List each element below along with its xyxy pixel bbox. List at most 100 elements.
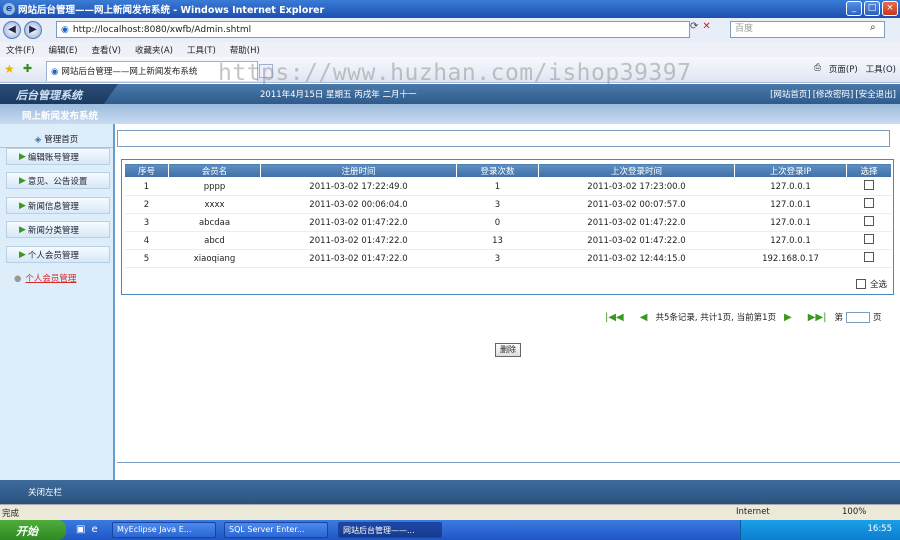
close-icon[interactable]: ×: [882, 1, 898, 16]
cell-last-login-ip: 127.0.0.1: [734, 177, 847, 196]
sidebar: ◈ 管理首页 ▶ 编辑账号管理 ▶ 意见、公告设置 ▶ 新闻信息管理 ▶ 新闻分类管理 ▶…: [0, 124, 115, 480]
last-page-icon[interactable]: ▶▶|: [808, 312, 827, 323]
change-password-link[interactable]: [修改密码]: [813, 88, 854, 100]
menu-help[interactable]: 帮助(H): [230, 44, 260, 56]
sidebar-item-label: 意见、公告设置: [27, 176, 88, 187]
menu-favorites[interactable]: 收藏夹(A): [135, 44, 173, 56]
col-select: 选择: [846, 163, 892, 178]
logout-link[interactable]: [安全退出]: [855, 88, 896, 100]
row-checkbox[interactable]: [864, 234, 874, 244]
row-checkbox[interactable]: [864, 252, 874, 262]
start-button[interactable]: 开始: [0, 520, 66, 540]
back-button[interactable]: ◀: [3, 21, 21, 39]
menu-view[interactable]: 查看(V): [92, 44, 121, 56]
cell-register-time: 2011-03-02 01:47:22.0: [260, 231, 457, 250]
main-content: 序号 会员名 注册时间 登录次数 上次登录时间 上次登录IP 选择 1 pppp…: [117, 124, 900, 480]
table-row: 5 xiaoqiang 2011-03-02 01:47:22.0 3 2011…: [124, 249, 892, 268]
menu-bar: 文件(F) 编辑(E) 查看(V) 收藏夹(A) 工具(T) 帮助(H): [0, 42, 900, 57]
minimize-icon[interactable]: _: [846, 1, 862, 16]
cell-username: xiaoqiang: [168, 249, 261, 268]
new-tab-button[interactable]: [259, 64, 273, 78]
tab-bar: ★ ✚ ◉ 网站后台管理——网上新闻发布系统 ⎙ 页面(P) 工具(O): [0, 57, 900, 83]
taskbar-item-sqlserver[interactable]: SQL Server Enter...: [224, 522, 328, 538]
ie-icon: e: [3, 3, 15, 15]
cell-last-login-ip: 127.0.0.1: [734, 195, 847, 214]
desktop-icon[interactable]: ▣: [76, 524, 85, 535]
cell-index: 5: [124, 249, 169, 268]
next-page-icon[interactable]: ▶: [784, 312, 792, 323]
sidebar-item-news[interactable]: ▶ 新闻信息管理: [6, 197, 110, 214]
member-table-panel: 序号 会员名 注册时间 登录次数 上次登录时间 上次登录IP 选择 1 pppp…: [121, 159, 894, 295]
row-checkbox[interactable]: [864, 198, 874, 208]
stop-icon[interactable]: ✕: [702, 21, 710, 32]
zoom-level[interactable]: 100%: [842, 507, 866, 517]
cell-index: 2: [124, 195, 169, 214]
print-icon[interactable]: ⎙: [814, 63, 821, 75]
sidebar-item-members[interactable]: ▶ 个人会员管理: [6, 246, 110, 263]
window-title-bar: e 网站后台管理——网上新闻发布系统 - Windows Internet Ex…: [0, 0, 900, 18]
address-text: http://localhost:8080/xwfb/Admin.shtml: [72, 24, 252, 35]
taskbar: 开始 ▣ e MyEclipse Java E... SQL Server En…: [0, 520, 900, 540]
first-page-icon[interactable]: |◀◀: [605, 312, 624, 323]
select-all-label: 全选: [869, 280, 887, 290]
page-menu[interactable]: 页面(P): [829, 63, 858, 75]
menu-edit[interactable]: 编辑(E): [49, 44, 78, 56]
table-header-row: 序号 会员名 注册时间 登录次数 上次登录时间 上次登录IP 选择: [124, 163, 892, 178]
col-register-time: 注册时间: [260, 163, 457, 178]
security-zone: Internet: [736, 507, 770, 517]
tools-menu[interactable]: 工具(O): [866, 63, 896, 75]
status-bar: 完成 Internet 100%: [0, 504, 900, 520]
sidebar-item-label: 编辑账号管理: [27, 152, 79, 163]
member-table: 序号 会员名 注册时间 登录次数 上次登录时间 上次登录IP 选择 1 pppp…: [124, 163, 892, 268]
delete-button[interactable]: 删除: [495, 343, 521, 357]
page-number-input[interactable]: [845, 311, 870, 323]
refresh-icon[interactable]: ⟳: [690, 21, 698, 32]
address-input[interactable]: ◉ http://localhost:8080/xwfb/Admin.shtml: [56, 21, 690, 38]
sidebar-item-notices[interactable]: ▶ 意见、公告设置: [6, 172, 110, 189]
search-input[interactable]: 百度: [730, 21, 885, 38]
browser-tab[interactable]: ◉ 网站后台管理——网上新闻发布系统: [46, 61, 258, 81]
folder-icon: ▶: [19, 151, 26, 162]
select-all-checkbox[interactable]: [855, 279, 866, 289]
row-checkbox[interactable]: [864, 216, 874, 226]
sidebar-item-label: 新闻信息管理: [27, 201, 79, 212]
cell-login-count: 13: [456, 231, 539, 250]
add-favorites-icon[interactable]: ✚: [23, 62, 32, 75]
sidebar-item-categories[interactable]: ▶ 新闻分类管理: [6, 221, 110, 238]
sidebar-subitem-members[interactable]: ● 个人会员管理: [14, 272, 76, 284]
sidebar-home[interactable]: ◈ 管理首页: [0, 124, 113, 148]
clock: 16:55: [867, 524, 893, 534]
site-home-link[interactable]: [网站首页]: [770, 88, 811, 100]
bullet-icon: ●: [14, 274, 22, 284]
header-links: [网站首页] [修改密码] [安全退出]: [770, 88, 896, 100]
cell-username: pppp: [168, 177, 261, 196]
maximize-icon[interactable]: □: [864, 1, 880, 16]
taskbar-item-ie[interactable]: 网站后台管理——...: [338, 522, 442, 538]
cell-index: 3: [124, 213, 169, 232]
cell-register-time: 2011-03-02 17:22:49.0: [260, 177, 457, 196]
cell-select: [846, 195, 892, 214]
menu-file[interactable]: 文件(F): [6, 44, 35, 56]
page-icon: ◉: [61, 24, 69, 35]
window-title: 网站后台管理——网上新闻发布系统 - Windows Internet Expl…: [18, 5, 325, 16]
row-checkbox[interactable]: [864, 180, 874, 190]
favorites-star-icon[interactable]: ★: [4, 62, 15, 76]
taskbar-item-myeclipse[interactable]: MyEclipse Java E...: [112, 522, 216, 538]
folder-icon: ▶: [19, 200, 26, 211]
page-label: 第: [834, 313, 843, 323]
system-title-bar: 网上新闻发布系统: [0, 104, 900, 124]
cell-index: 1: [124, 177, 169, 196]
page-go-label[interactable]: 页: [873, 311, 882, 323]
sidebar-item-accounts[interactable]: ▶ 编辑账号管理: [6, 148, 110, 165]
menu-tools[interactable]: 工具(T): [187, 44, 216, 56]
cell-username: xxxx: [168, 195, 261, 214]
table-row: 4 abcd 2011-03-02 01:47:22.0 13 2011-03-…: [124, 231, 892, 250]
cell-select: [846, 213, 892, 232]
tab-title: 网站后台管理——网上新闻发布系统: [61, 67, 198, 77]
search-icon[interactable]: ⌕: [870, 22, 876, 33]
close-sidebar-link[interactable]: 关闭左栏: [28, 486, 62, 498]
prev-page-icon[interactable]: ◀: [640, 312, 648, 323]
forward-button[interactable]: ▶: [24, 21, 42, 39]
ie-quick-icon[interactable]: e: [91, 524, 97, 535]
col-last-login-time: 上次登录时间: [538, 163, 735, 178]
